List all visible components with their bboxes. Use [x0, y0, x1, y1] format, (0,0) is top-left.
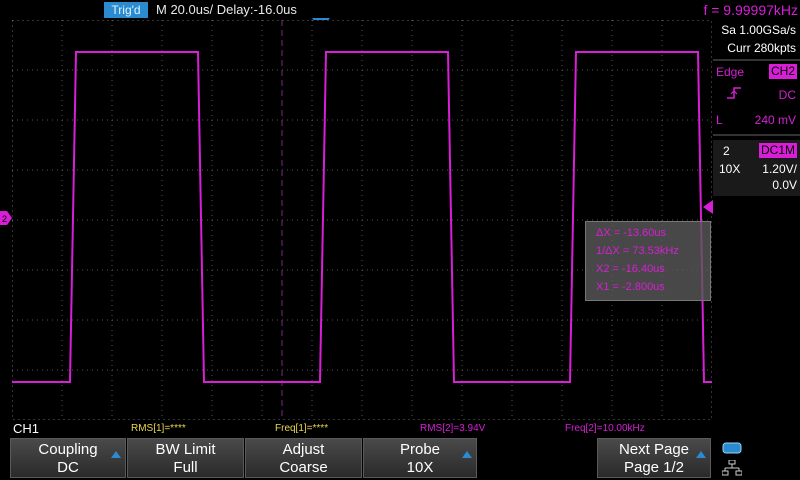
probe-softkey[interactable]: Probe 10X: [363, 438, 477, 478]
cursor-x2-value: X2 = -16.40us: [596, 263, 665, 275]
channel-probe: 10X: [719, 162, 741, 176]
frequency-counter: f = 9.99997kHz: [703, 2, 798, 18]
softkey-label: BW Limit: [155, 441, 216, 458]
channel-scale: 1.20V/: [762, 162, 797, 176]
ch1-label: CH1: [13, 421, 40, 436]
trigger-coupling: DC: [778, 88, 796, 102]
softkey-value: Coarse: [279, 459, 328, 476]
rms2-measurement: RMS[2]=3.94V: [420, 423, 486, 434]
trigger-level: 240 mV: [754, 113, 796, 127]
chevron-up-icon: [111, 451, 121, 458]
usb-icon: [722, 442, 742, 454]
memory-depth: Curr 280kpts: [727, 41, 796, 55]
cursor-delta-x: ΔX = -13.60us: [596, 227, 667, 239]
freq1-measurement: Freq[1]=****: [275, 423, 329, 434]
rising-edge-icon: [727, 87, 741, 99]
cursor-inverse-delta-x: 1/ΔX = 73.53kHz: [596, 245, 679, 257]
channel-offset: 0.0V: [772, 178, 797, 192]
softkey-value: 10X: [406, 459, 434, 476]
chevron-up-icon: [696, 451, 706, 458]
chevron-up-icon: [462, 451, 472, 458]
channel-coupling: DC1M: [758, 143, 797, 158]
ch2-waveform-trace: [12, 51, 712, 383]
timebase-readout: M 20.0us/ Delay:-16.0us: [156, 2, 297, 17]
softkey-bar: Coupling DC BW Limit Full Adjust Coarse …: [0, 436, 800, 480]
coupling-softkey[interactable]: Coupling DC: [10, 438, 126, 478]
right-info-panel: Sa 1.00GSa/s Curr 280kpts Edge CH2 DC L …: [713, 20, 800, 420]
trigger-level-marker[interactable]: [703, 200, 713, 214]
waveform-graticule: [12, 20, 712, 420]
trigger-source: CH2: [768, 64, 797, 79]
sample-rate: Sa 1.00GSa/s: [721, 23, 796, 37]
ch2-ground-marker[interactable]: 2: [0, 211, 12, 225]
trigger-level-prefix: L: [716, 113, 723, 127]
rms1-measurement: RMS[1]=****: [131, 423, 186, 434]
softkey-value: Page 1/2: [623, 459, 685, 476]
top-status-bar: Trig'd M 20.0us/ Delay:-16.0us f = 9.999…: [0, 0, 800, 20]
adjust-softkey[interactable]: Adjust Coarse: [245, 438, 362, 478]
trigger-type: Edge: [716, 65, 745, 79]
cursor-readout-box: ΔX = -13.60us 1/ΔX = 73.53kHz X2 = -16.4…: [585, 221, 711, 301]
softkey-value: DC: [57, 459, 79, 476]
ch2-info-block[interactable]: 2 DC1M 10X 1.20V/ 0.0V: [713, 140, 800, 196]
softkey-value: Full: [173, 459, 198, 476]
svg-text:2: 2: [2, 214, 7, 224]
cursor-x1-value: X1 = -2.800us: [596, 281, 665, 293]
waveform-display[interactable]: [12, 20, 712, 420]
freq2-measurement: Freq[2]=10.00kHz: [565, 423, 645, 434]
bw-limit-softkey[interactable]: BW Limit Full: [127, 438, 244, 478]
softkey-label: Next Page: [618, 441, 690, 458]
softkey-label: Probe: [399, 441, 441, 458]
softkey-label: Adjust: [282, 441, 325, 458]
network-icon: [722, 460, 742, 476]
trigger-status-badge: Trig'd: [104, 2, 148, 18]
channel-number: 2: [723, 144, 730, 158]
next-page-softkey[interactable]: Next Page Page 1/2: [597, 438, 711, 478]
softkey-label: Coupling: [38, 441, 98, 458]
